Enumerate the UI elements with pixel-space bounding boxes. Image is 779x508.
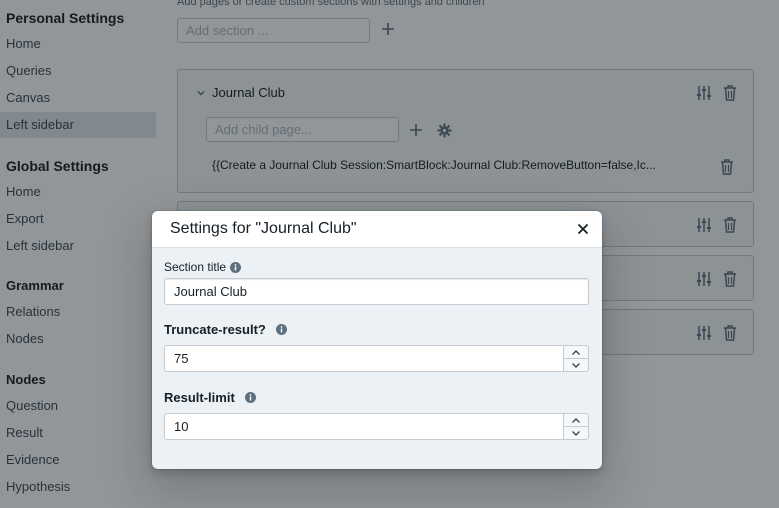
chevron-up-icon [572,349,580,355]
close-icon [577,223,589,235]
section-title-label-text: Section title [164,260,227,274]
close-button[interactable] [574,220,592,238]
result-limit-stepper [563,413,589,440]
chevron-up-icon [572,417,580,423]
section-title-input[interactable]: Journal Club [164,278,589,305]
info-icon[interactable] [275,324,287,335]
decrement-button[interactable] [564,427,588,440]
info-icon[interactable] [230,261,242,273]
section-title-label: Section title [164,260,242,274]
result-limit-label: Result-limit [164,390,256,405]
increment-button[interactable] [564,346,588,359]
dialog-title: Settings for "Journal Club" [170,220,357,237]
increment-button[interactable] [564,414,588,427]
truncate-result-label-text: Truncate-result? [164,322,266,337]
chevron-down-icon [572,431,580,436]
result-limit-input[interactable]: 10 [164,413,564,440]
truncate-result-input[interactable]: 75 [164,345,564,372]
chevron-down-icon [572,363,580,368]
settings-dialog: Settings for "Journal Club" Section titl… [152,211,602,469]
info-icon[interactable] [244,392,256,403]
decrement-button[interactable] [564,359,588,372]
truncate-result-stepper [563,345,589,372]
dialog-header: Settings for "Journal Club" [152,211,602,248]
truncate-result-label: Truncate-result? [164,322,287,337]
result-limit-label-text: Result-limit [164,390,235,405]
